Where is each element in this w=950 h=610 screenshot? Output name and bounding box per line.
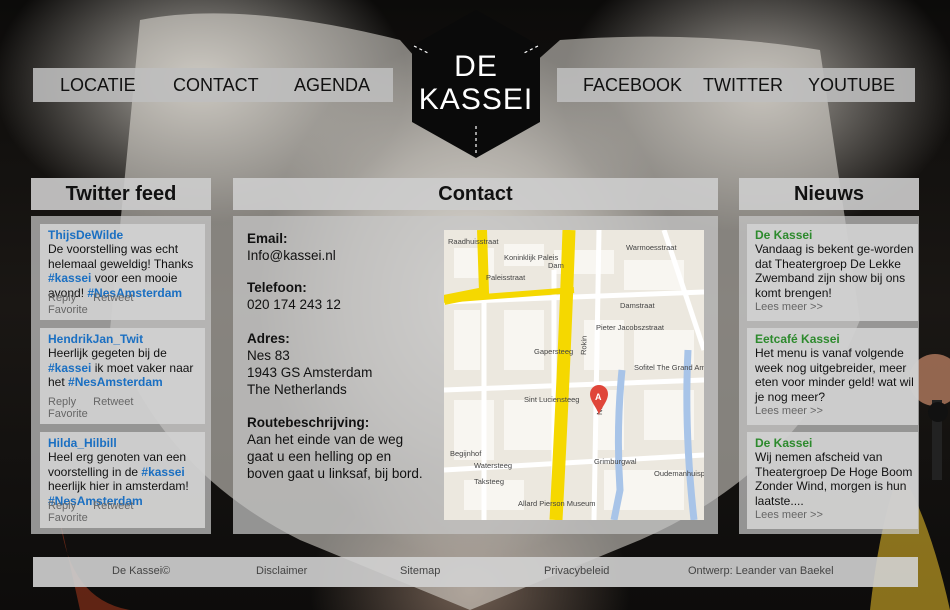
route-label: Routebeschrijving: <box>247 415 370 430</box>
tweet-card: ThijsDeWilde De voorstelling was echt he… <box>40 224 205 320</box>
favorite-link[interactable]: Favorite <box>48 304 88 316</box>
retweet-link[interactable]: Retweet <box>93 396 133 408</box>
news-heading: Nieuws <box>739 178 919 210</box>
hashtag-link[interactable]: #NesAmsterdam <box>68 375 163 389</box>
email-label: Email: <box>247 231 288 246</box>
read-more-link[interactable]: Lees meer >> <box>755 509 918 521</box>
hashtag-link[interactable]: #kassei <box>48 361 91 375</box>
contact-address: Adres: Nes 83 1943 GS Amsterdam The Neth… <box>247 330 427 398</box>
contact-route: Routebeschrijving: Aan het einde van de … <box>247 414 429 482</box>
address-line: 1943 GS Amsterdam <box>247 365 373 380</box>
nav-youtube[interactable]: YOUTUBE <box>808 75 895 96</box>
news-title[interactable]: De Kassei <box>755 228 918 242</box>
phone-label: Telefoon: <box>247 280 307 295</box>
map-street-label: Raadhuisstraat <box>448 237 499 246</box>
phone-value: 020 174 243 12 <box>247 297 341 312</box>
favorite-link[interactable]: Favorite <box>48 408 88 420</box>
footer-copyright[interactable]: De Kassei© <box>112 565 170 577</box>
address-line: Nes 83 <box>247 348 290 363</box>
nav-left: LOCATIE CONTACT AGENDA <box>33 68 393 102</box>
nav-agenda[interactable]: AGENDA <box>294 75 370 96</box>
footer-sitemap[interactable]: Sitemap <box>400 565 440 577</box>
nav-twitter[interactable]: TWITTER <box>703 75 783 96</box>
news-card: De Kassei Vandaag is bekent ge-worden da… <box>747 224 918 321</box>
nav-facebook[interactable]: FACEBOOK <box>583 75 682 96</box>
tweet-card: Hilda_Hilbill Heel erg genoten van een v… <box>40 432 205 528</box>
hashtag-link[interactable]: #kassei <box>48 271 91 285</box>
map-street-label: Dam <box>548 261 564 270</box>
map-street-label: Pieter Jacobszstraat <box>596 323 665 332</box>
news-text: Vandaag is bekent ge-worden dat Theaterg… <box>755 242 914 300</box>
twitter-feed-heading: Twitter feed <box>31 178 211 210</box>
contact-phone: Telefoon: 020 174 243 12 <box>247 279 427 313</box>
tweet-text: Heerlijk gegeten bij de #kassei ik moet … <box>48 346 194 389</box>
map-street-label: Oudemanhuispoort <box>654 469 704 478</box>
map-marker-label: A <box>595 392 602 402</box>
footer-disclaimer[interactable]: Disclaimer <box>256 565 307 577</box>
reply-link[interactable]: Reply <box>48 292 76 304</box>
logo-line-2: KASSEI <box>418 83 534 116</box>
map-street-label: Damstraat <box>620 301 656 310</box>
contact-email: Email: Info@kassei.nl <box>247 230 427 264</box>
news-card: De Kassei Wij nemen afscheid van Theater… <box>747 432 918 529</box>
footer-credit[interactable]: Ontwerp: Leander van Baekel <box>688 565 834 577</box>
contact-heading: Contact <box>233 178 718 210</box>
location-map[interactable]: Raadhuisstraat Paleisstraat Koninklijk P… <box>444 230 704 520</box>
address-line: The Netherlands <box>247 382 347 397</box>
hashtag-link[interactable]: #kassei <box>141 465 184 479</box>
news-text: Het menu is vanaf volgende week nog uitg… <box>755 346 914 404</box>
tweet-card: HendrikJan_Twit Heerlijk gegeten bij de … <box>40 328 205 424</box>
map-street-label: Watersteeg <box>474 461 512 470</box>
read-more-link[interactable]: Lees meer >> <box>755 301 918 313</box>
map-street-label: Paleisstraat <box>486 273 526 282</box>
news-card: Eetcafé Kassei Het menu is vanaf volgend… <box>747 328 918 425</box>
nav-right: FACEBOOK TWITTER YOUTUBE <box>557 68 915 102</box>
news-text: Wij nemen afscheid van Theatergroep De H… <box>755 450 913 508</box>
email-link[interactable]: Info@kassei.nl <box>247 248 336 263</box>
map-street-label: Rokin <box>579 336 589 355</box>
footer-privacy[interactable]: Privacybeleid <box>544 565 609 577</box>
address-label: Adres: <box>247 331 290 346</box>
read-more-link[interactable]: Lees meer >> <box>755 405 918 417</box>
reply-link[interactable]: Reply <box>48 396 76 408</box>
route-text: Aan het einde van de weg gaat u een hell… <box>247 432 423 481</box>
tweet-user[interactable]: Hilda_Hilbill <box>48 436 205 450</box>
retweet-link[interactable]: Retweet <box>93 292 133 304</box>
map-street-label: Sofitel The Grand Amsterdam <box>634 363 704 372</box>
tweet-user[interactable]: ThijsDeWilde <box>48 228 205 242</box>
map-street-label: Allard Pierson Museum <box>518 499 596 508</box>
favorite-link[interactable]: Favorite <box>48 512 88 524</box>
map-street-label: Gapersteeg <box>534 347 573 356</box>
map-street-label: Warmoesstraat <box>626 243 677 252</box>
footer: De Kassei© Disclaimer Sitemap Privacybel… <box>33 557 918 587</box>
tweet-user[interactable]: HendrikJan_Twit <box>48 332 205 346</box>
map-street-label: Begijnhof <box>450 449 482 458</box>
map-street-label: Taksteeg <box>474 477 504 486</box>
map-street-label: Grimburgwal <box>594 457 637 466</box>
reply-link[interactable]: Reply <box>48 500 76 512</box>
nav-contact[interactable]: CONTACT <box>173 75 259 96</box>
map-street-label: Sint Luciensteeg <box>524 395 579 404</box>
retweet-link[interactable]: Retweet <box>93 500 133 512</box>
news-title[interactable]: De Kassei <box>755 436 918 450</box>
logo-line-1: DE <box>454 50 498 83</box>
news-title[interactable]: Eetcafé Kassei <box>755 332 918 346</box>
nav-locatie[interactable]: LOCATIE <box>60 75 136 96</box>
